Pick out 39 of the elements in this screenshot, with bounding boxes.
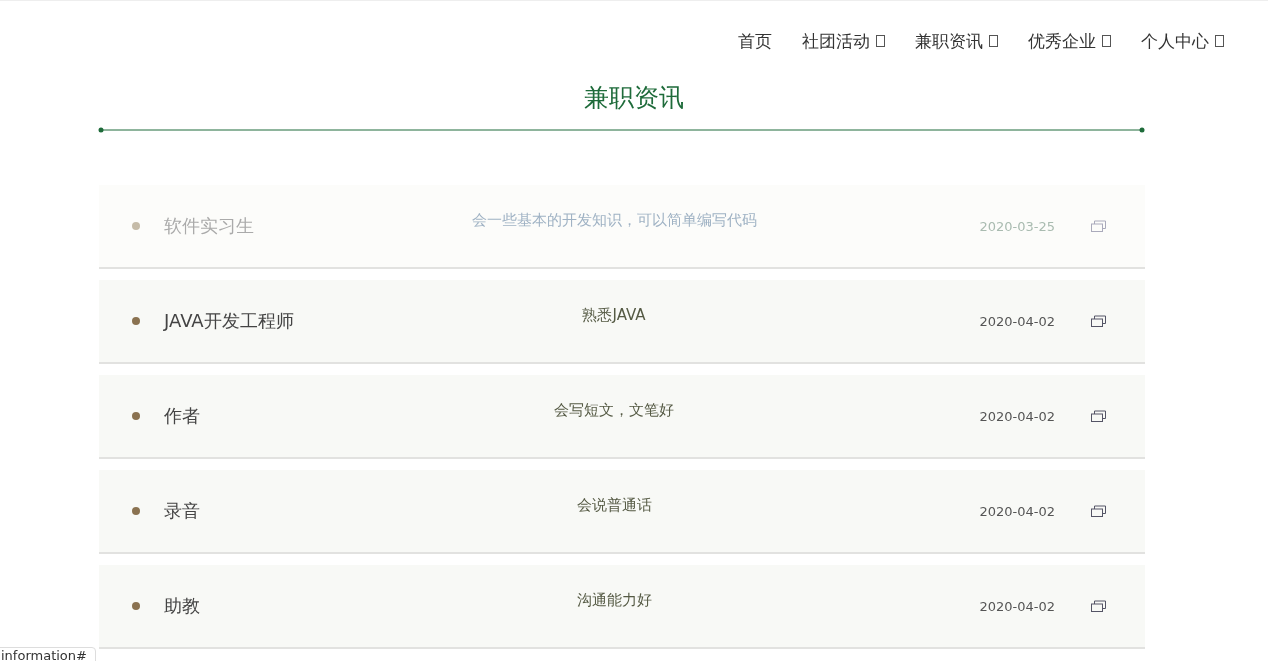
windows-icon[interactable] (1091, 505, 1106, 517)
job-date: 2020-04-02 (979, 313, 1056, 329)
status-bar: information# (0, 647, 96, 661)
job-description: 熟悉JAVA (581, 306, 647, 325)
nav-link[interactable]: 兼职资讯 (915, 29, 998, 53)
box-icon (1102, 35, 1111, 47)
job-date: 2020-04-02 (979, 408, 1056, 424)
job-title: 软件实习生 (164, 214, 255, 238)
nav-link[interactable]: 优秀企业 (1028, 29, 1111, 53)
nav-link[interactable]: 首页 (738, 29, 772, 53)
job-description: 沟通能力好 (575, 591, 653, 610)
job-card[interactable]: 作者 会写短文，文笔好 2020-04-02 (99, 375, 1145, 459)
job-date: 2020-03-25 (979, 218, 1056, 234)
job-title: 录音 (164, 499, 201, 523)
section-title: 兼职资讯 (583, 82, 685, 114)
job-card[interactable]: 录音 会说普通话 2020-04-02 (99, 470, 1145, 554)
windows-icon[interactable] (1091, 315, 1106, 327)
nav-link[interactable]: 个人中心 (1141, 29, 1224, 53)
nav-link[interactable]: 社团活动 (802, 29, 885, 53)
job-description: 会写短文，文笔好 (553, 401, 675, 420)
windows-icon[interactable] (1091, 600, 1106, 612)
job-date: 2020-04-02 (979, 598, 1056, 614)
bullet-icon (131, 412, 140, 420)
box-icon (876, 35, 885, 47)
bullet-icon (131, 602, 140, 610)
job-date: 2020-04-02 (979, 503, 1056, 519)
job-title: 作者 (164, 404, 201, 428)
box-icon (989, 35, 998, 47)
job-description: 会说普通话 (575, 496, 653, 515)
windows-icon[interactable] (1091, 410, 1106, 422)
bullet-icon (131, 317, 140, 325)
job-card[interactable]: 助教 沟通能力好 2020-04-02 (99, 565, 1145, 649)
job-description: 会一些基本的开发知识，可以简单编写代码 (470, 211, 758, 230)
bullet-icon (131, 222, 140, 230)
job-title: JAVA开发工程师 (164, 309, 295, 333)
bullet-icon (131, 507, 140, 515)
job-card[interactable]: JAVA开发工程师 熟悉JAVA 2020-04-02 (99, 280, 1145, 364)
job-title: 助教 (164, 594, 201, 618)
box-icon (1215, 35, 1224, 47)
